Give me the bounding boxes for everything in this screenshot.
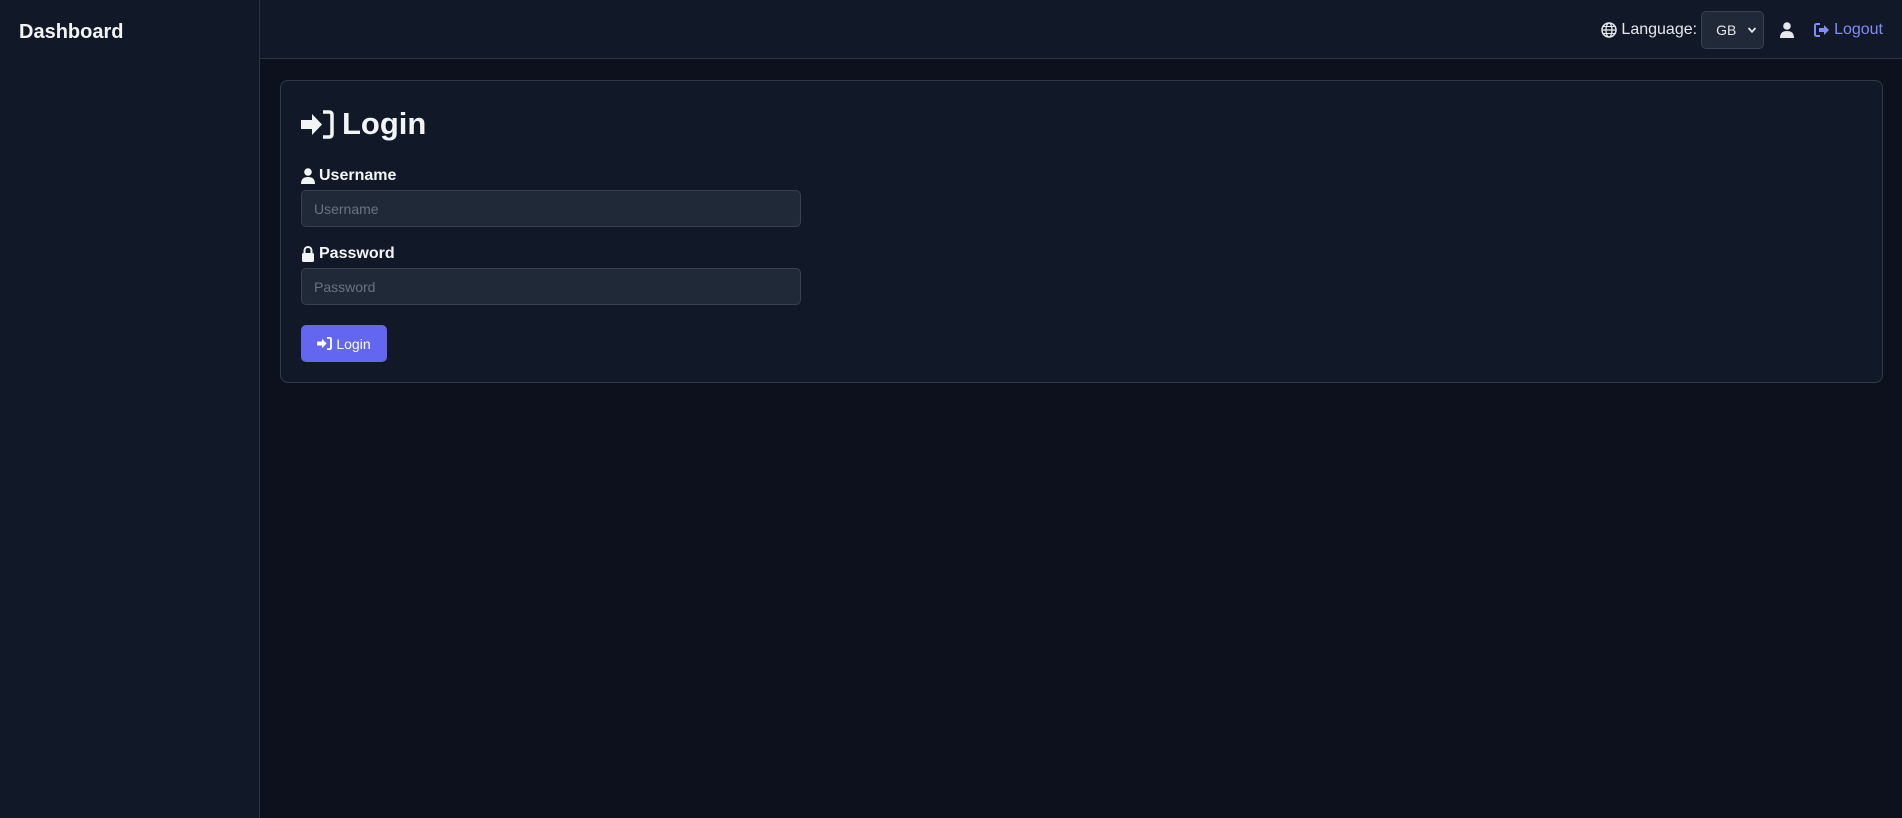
sign-out-icon bbox=[1814, 22, 1830, 37]
logout-link[interactable]: Logout bbox=[1814, 21, 1883, 39]
username-label: Username bbox=[301, 167, 396, 185]
password-input[interactable] bbox=[301, 268, 801, 305]
login-title: Login bbox=[301, 106, 426, 142]
lock-icon bbox=[302, 246, 314, 262]
password-label: Password bbox=[301, 245, 395, 263]
chevron-down-icon bbox=[1747, 26, 1757, 33]
language-label-group: Language: bbox=[1601, 21, 1697, 39]
user-icon bbox=[301, 168, 315, 184]
sidebar-brand[interactable]: Dashboard bbox=[19, 21, 123, 44]
sidebar: Dashboard bbox=[0, 0, 260, 818]
login-button[interactable]: Login bbox=[301, 325, 387, 362]
language-select-value: GB bbox=[1716, 21, 1737, 38]
password-label-text: Password bbox=[319, 245, 395, 262]
logout-label: Logout bbox=[1834, 20, 1883, 38]
top-bar: Language: GB Logout bbox=[260, 0, 1902, 59]
login-button-label: Login bbox=[336, 335, 371, 352]
user-icon bbox=[1780, 21, 1795, 38]
language-label: Language: bbox=[1621, 20, 1698, 38]
sign-in-icon bbox=[317, 337, 333, 350]
username-input[interactable] bbox=[301, 190, 801, 227]
username-label-text: Username bbox=[319, 167, 397, 184]
language-select[interactable]: GB bbox=[1701, 10, 1765, 49]
login-card: Login Username Password Login bbox=[280, 80, 1883, 383]
login-title-text: Login bbox=[342, 106, 427, 141]
user-profile-button[interactable] bbox=[1780, 21, 1795, 38]
sign-in-icon bbox=[301, 109, 334, 139]
globe-icon bbox=[1601, 21, 1618, 38]
top-bar-actions: Language: GB Logout bbox=[1601, 10, 1883, 49]
